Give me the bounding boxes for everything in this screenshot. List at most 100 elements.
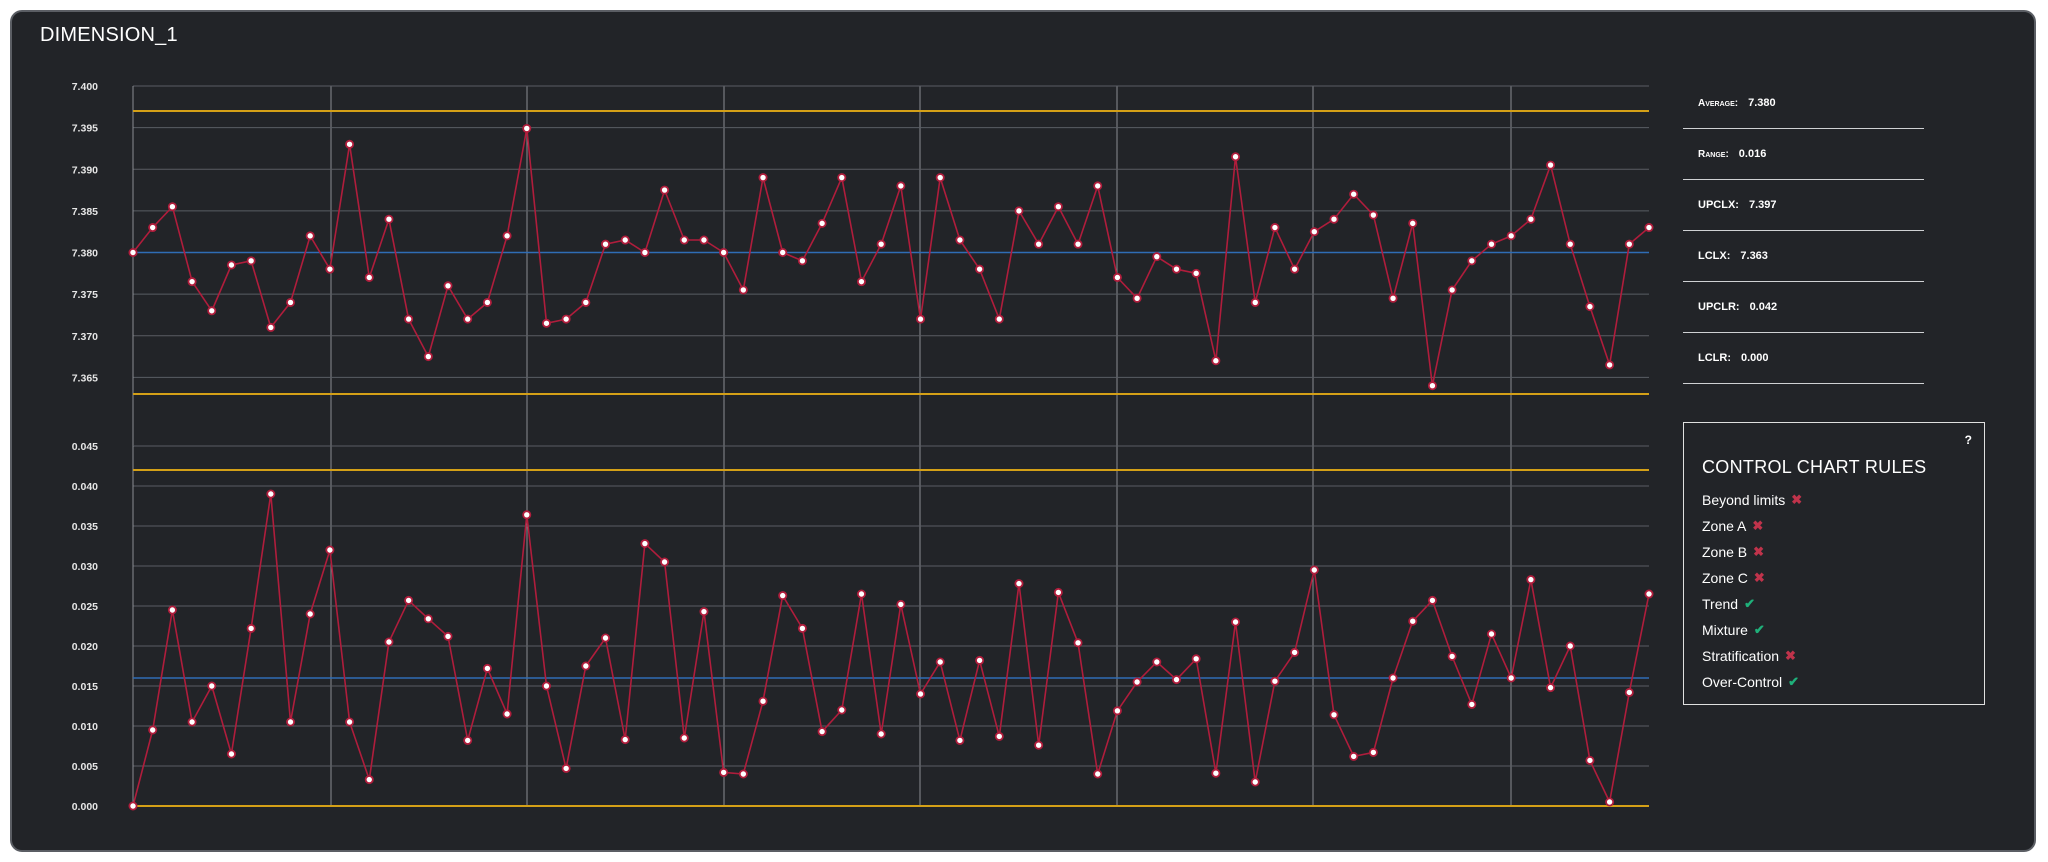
xbar-data-point (699, 235, 709, 245)
rule-label: Zone A (1702, 518, 1747, 534)
range-data-point (1290, 647, 1300, 657)
xbar-data-point (286, 297, 296, 307)
rule-item: Zone B ✖ (1702, 539, 1802, 565)
xbar-data-point (1231, 152, 1241, 162)
range-data-point (1585, 755, 1595, 765)
xbar-data-point (935, 173, 945, 183)
range-data-point (482, 663, 492, 673)
range-y-tick-label: 0.040 (72, 481, 98, 493)
xbar-data-point (1132, 293, 1142, 303)
stats-panel: Average: 7.380 Range: 0.016 UPCLX: 7.397 LC… (1683, 78, 1924, 384)
xbar-data-point (561, 314, 571, 324)
xbar-data-point (1506, 231, 1516, 241)
range-data-point (994, 731, 1004, 741)
stat-value: 0.042 (1749, 301, 1778, 313)
range-data-point (1014, 579, 1024, 589)
xbar-data-point (1073, 239, 1083, 249)
range-data-point (1250, 777, 1260, 787)
xbar-data-point (719, 247, 729, 257)
range-data-point (404, 595, 414, 605)
xbar-data-point (1467, 256, 1477, 266)
xbar-data-point (758, 173, 768, 183)
range-data-point (1191, 654, 1201, 664)
range-data-point (1526, 575, 1536, 585)
xbar-data-point (1171, 264, 1181, 274)
range-y-tick-label: 0.015 (72, 681, 98, 693)
xbar-data-point (601, 239, 611, 249)
range-data-point (1368, 747, 1378, 757)
xbar-data-point (1368, 210, 1378, 220)
range-data-point (896, 599, 906, 609)
range-data-point (679, 733, 689, 743)
range-data-point (1231, 617, 1241, 627)
range-data-point (541, 681, 551, 691)
range-data-point (1644, 589, 1654, 599)
range-data-point (660, 557, 670, 567)
range-data-point (601, 633, 611, 643)
range-y-tick-label: 0.000 (72, 801, 98, 813)
rule-label: Beyond limits (1702, 492, 1786, 508)
xbar-data-point (1644, 223, 1654, 233)
xbar-data-point (640, 247, 650, 257)
xbar-y-tick-label: 7.385 (72, 206, 98, 218)
rule-label: Zone B (1702, 544, 1748, 560)
xbar-data-point (1014, 206, 1024, 216)
range-data-point (1171, 675, 1181, 685)
xbar-series-line (132, 128, 1650, 386)
stat-value: 7.380 (1748, 97, 1776, 109)
range-data-point (561, 763, 571, 773)
xbar-data-point (345, 139, 355, 149)
xbar-data-point (1546, 160, 1556, 170)
range-data-point (443, 631, 453, 641)
xbar-data-point (679, 235, 689, 245)
xbar-data-point (463, 314, 473, 324)
check-icon: ✔ (1744, 596, 1755, 611)
range-data-point (325, 545, 335, 555)
xbar-data-point (1329, 214, 1339, 224)
range-y-tick-label: 0.030 (72, 561, 98, 573)
range-data-point (167, 605, 177, 615)
range-data-point (975, 655, 985, 665)
xbar-data-point (817, 218, 827, 228)
stat-upclx: UPCLX: 7.397 (1683, 180, 1924, 231)
xbar-y-tick-label: 7.395 (72, 123, 98, 135)
stat-value: 7.363 (1740, 250, 1768, 262)
range-data-point (1152, 657, 1162, 667)
range-data-point (1467, 699, 1477, 709)
stat-label: UPCLR: (1698, 301, 1740, 313)
range-data-point (423, 614, 433, 624)
stat-label: LCLR: (1698, 352, 1731, 364)
range-data-point (502, 709, 512, 719)
range-data-point (1211, 768, 1221, 778)
range-data-point (1349, 751, 1359, 761)
xbar-data-point (994, 314, 1004, 324)
range-data-point (1447, 651, 1457, 661)
range-data-point (226, 749, 236, 759)
control-chart-rules-panel: ? CONTROL CHART RULES Beyond limits ✖ Zon… (1683, 422, 1985, 705)
cross-icon: ✖ (1752, 518, 1764, 533)
xbar-data-point (226, 260, 236, 270)
stat-value: 0.016 (1738, 148, 1767, 160)
range-data-point (778, 591, 788, 601)
xbar-data-point (1309, 227, 1319, 237)
xbar-data-point (1112, 272, 1122, 282)
range-data-point (916, 689, 926, 699)
rule-item: Zone C ✖ (1702, 565, 1802, 591)
range-data-point (1132, 677, 1142, 687)
range-y-tick-label: 0.010 (72, 721, 98, 733)
rule-item: Over-Control ✔ (1702, 669, 1802, 695)
xbar-data-point (364, 272, 374, 282)
rule-label: Over-Control (1702, 674, 1783, 690)
xbar-data-point (522, 123, 532, 133)
xbar-data-point (1191, 268, 1201, 278)
help-button[interactable]: ? (1965, 433, 1972, 447)
range-data-point (955, 735, 965, 745)
xbar-data-point (916, 314, 926, 324)
cross-icon: ✖ (1753, 570, 1765, 585)
range-data-point (1053, 587, 1063, 597)
rule-item: Stratification ✖ (1702, 643, 1802, 669)
xbar-data-point (482, 297, 492, 307)
range-data-point (797, 623, 807, 633)
range-y-tick-label: 0.035 (72, 521, 98, 533)
range-data-point (266, 489, 276, 499)
